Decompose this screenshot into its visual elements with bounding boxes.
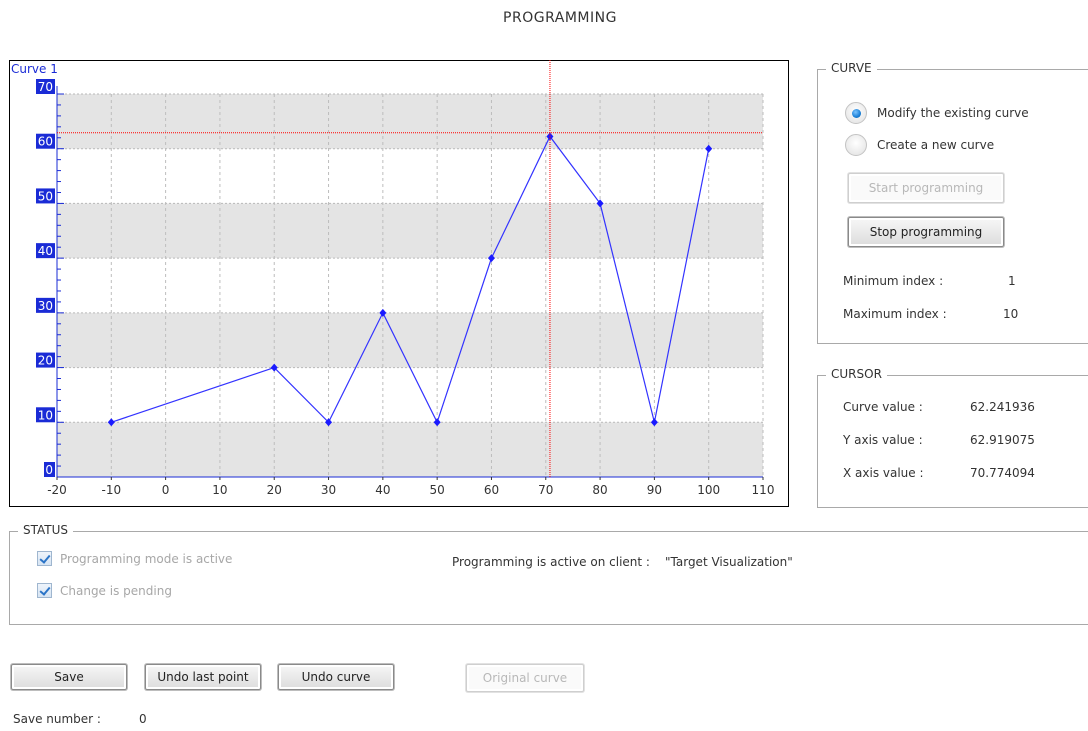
mode-active-row[interactable]: Programming mode is active: [37, 551, 232, 566]
radio-create-row[interactable]: Create a new curve: [845, 134, 994, 156]
y-axis-value-label: Y axis value :: [843, 433, 923, 447]
client-value: "Target Visualization": [665, 555, 793, 569]
curve-group-legend: CURVE: [826, 61, 877, 75]
status-group-legend: STATUS: [18, 523, 74, 537]
min-index-value: 1: [1008, 274, 1016, 288]
x-tick-label: 20: [267, 483, 282, 497]
start-programming-button[interactable]: Start programming: [848, 173, 1004, 203]
y-tick-label: 20: [38, 354, 53, 368]
client-label: Programming is active on client :: [452, 555, 650, 569]
page-title: PROGRAMMING: [503, 10, 617, 26]
mode-active-label: Programming mode is active: [60, 551, 233, 566]
cursor-group: CURSOR Curve value : 62.241936 Y axis va…: [817, 367, 1088, 508]
y-axis-value: 62.919075: [970, 433, 1035, 447]
x-tick-label: -10: [102, 483, 122, 497]
y-tick-label: 0: [45, 463, 53, 477]
x-tick-label: 70: [538, 483, 553, 497]
min-index-label: Minimum index :: [843, 274, 944, 288]
x-tick-label: 50: [430, 483, 445, 497]
y-tick-label: 70: [38, 80, 53, 94]
undo-curve-button[interactable]: Undo curve: [278, 664, 394, 690]
curve-value: 62.241936: [970, 400, 1035, 414]
chart-svg[interactable]: 0 10 20 30 40 50 60 70 -20 -10 0 10 20 30 40 50 60 70 80 9…: [9, 60, 789, 507]
save-button[interactable]: Save: [11, 664, 127, 690]
status-group: STATUS Programming mode is active Change…: [9, 523, 1088, 625]
save-number-label: Save number :: [13, 712, 101, 726]
save-number-value: 0: [139, 712, 147, 726]
radio-modify-label: Modify the existing curve: [877, 106, 1029, 120]
x-axis-value-label: X axis value :: [843, 466, 924, 480]
chart-band: [57, 94, 763, 149]
x-tick-label: 100: [697, 483, 720, 497]
chart-band: [57, 203, 763, 259]
x-tick-label: 0: [162, 483, 170, 497]
x-tick-label: 110: [752, 483, 775, 497]
x-tick-label: 10: [212, 483, 227, 497]
curve-chart[interactable]: 0 10 20 30 40 50 60 70 -20 -10 0 10 20 30 40 50 60 70 80 9…: [9, 60, 789, 507]
radio-create-label: Create a new curve: [877, 138, 995, 152]
x-tick-label: 40: [375, 483, 390, 497]
radio-modify[interactable]: [845, 102, 867, 124]
y-tick-label: 60: [38, 135, 53, 149]
chart-band: [57, 312, 763, 368]
radio-create[interactable]: [845, 134, 867, 156]
curve-label: Curve 1: [11, 62, 58, 76]
max-index-value: 10: [1003, 307, 1019, 321]
y-tick-label: 10: [38, 408, 53, 422]
y-tick-label: 50: [38, 189, 53, 203]
y-tick-label: 30: [38, 299, 53, 313]
change-pending-row[interactable]: Change is pending: [37, 583, 172, 598]
cursor-group-legend: CURSOR: [826, 367, 887, 381]
max-index-label: Maximum index :: [843, 307, 947, 321]
stop-programming-button[interactable]: Stop programming: [848, 217, 1004, 247]
x-tick-label: -20: [47, 483, 67, 497]
change-pending-label: Change is pending: [60, 583, 172, 598]
x-tick-label: 90: [647, 483, 662, 497]
x-tick-label: 30: [321, 483, 336, 497]
y-tick-label: 40: [38, 244, 53, 258]
original-curve-button[interactable]: Original curve: [466, 664, 584, 692]
change-pending-checkbox[interactable]: [37, 583, 52, 598]
radio-modify-row[interactable]: Modify the existing curve: [845, 102, 1029, 124]
x-tick-label: 80: [592, 483, 607, 497]
undo-last-point-button[interactable]: Undo last point: [145, 664, 261, 690]
curve-value-label: Curve value :: [843, 400, 923, 414]
mode-active-checkbox[interactable]: [37, 551, 52, 566]
x-axis-value: 70.774094: [970, 466, 1035, 480]
curve-group: CURVE Modify the existing curve Create a…: [817, 61, 1088, 344]
chart-band: [57, 422, 763, 477]
x-tick-label: 60: [484, 483, 499, 497]
